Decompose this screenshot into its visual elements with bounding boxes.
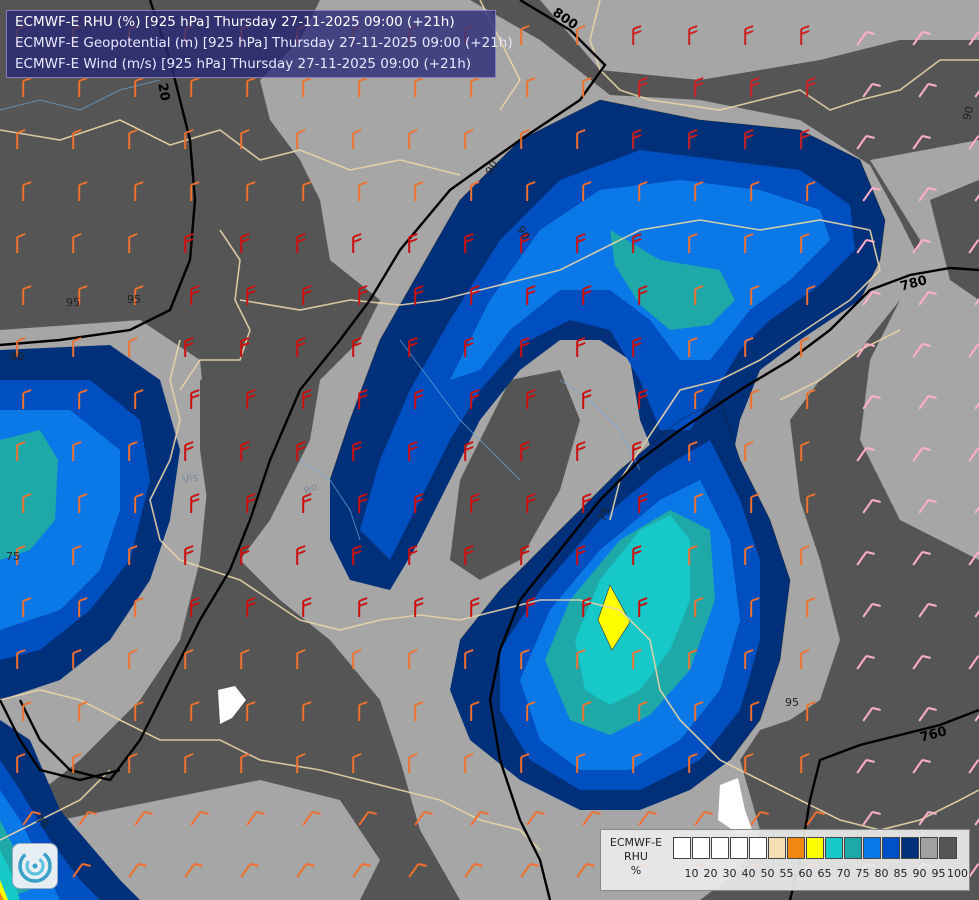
legend-swatch — [844, 837, 862, 859]
weather-map: 800 780 760 20 95 95 90 90 90 75 75 95 9… — [0, 0, 979, 900]
legend-swatch — [673, 837, 691, 859]
rhu-label: 75 — [6, 550, 20, 563]
legend-tick-label: 70 — [836, 867, 851, 880]
rhu-label: 90 — [10, 350, 24, 363]
rhu-label: 95 — [785, 696, 799, 709]
legend-tick-label: 90 — [912, 867, 927, 880]
legend-tick-label: 30 — [722, 867, 737, 880]
legend-swatch — [863, 837, 881, 859]
legend-swatch — [806, 837, 824, 859]
rhu-color-legend: ECMWF-E RHU % 10 20 30 40 50 55 60 65 70 75 80 85 90… — [600, 829, 970, 891]
legend-tick-label: 75 — [855, 867, 870, 880]
legend-swatch — [901, 837, 919, 859]
logo-swirl-icon — [18, 849, 52, 883]
legend-swatch — [711, 837, 729, 859]
legend-swatch — [730, 837, 748, 859]
legend-tick-label: 100 — [947, 867, 968, 880]
legend-swatch — [825, 837, 843, 859]
legend-tick-label: 80 — [874, 867, 889, 880]
ecmwf-swirl-logo-icon — [12, 843, 58, 889]
legend-swatch — [768, 837, 786, 859]
legend-tick-label: 95 — [931, 867, 946, 880]
legend-swatch — [920, 837, 938, 859]
legend-swatch — [787, 837, 805, 859]
contour-label-20: 20 — [154, 82, 172, 102]
legend-tick-label: 10 — [684, 867, 699, 880]
wind-title: ECMWF-E Wind (m/s) [925 hPa] Thursday 27… — [15, 56, 472, 72]
legend-swatch — [749, 837, 767, 859]
legend-swatch — [939, 837, 957, 859]
legend-title-variable: RHU — [624, 850, 648, 863]
rhu-label: 95 — [127, 293, 141, 306]
legend-swatch — [882, 837, 900, 859]
legend-tick-label: 85 — [893, 867, 908, 880]
legend-tick-label: 50 — [760, 867, 775, 880]
legend-title: ECMWF-E RHU % — [603, 836, 669, 878]
legend-tick-label: 20 — [703, 867, 718, 880]
legend-title-model: ECMWF-E — [609, 836, 663, 849]
rhu-label: 95 — [66, 296, 80, 309]
rhu-title: ECMWF-E RHU (%) [925 hPa] Thursday 27-11… — [15, 14, 455, 30]
legend-tick-label: 55 — [779, 867, 794, 880]
legend-swatch — [692, 837, 710, 859]
geopotential-title: ECMWF-E Geopotential (m) [925 hPa] Thurs… — [15, 35, 513, 51]
legend-title-unit: % — [630, 864, 642, 877]
legend-tick-label: 60 — [798, 867, 813, 880]
legend-tick-label: 65 — [817, 867, 832, 880]
legend-tick-label: 40 — [741, 867, 756, 880]
map-title-panel: ECMWF-E RHU (%) [925 hPa] Thursday 27-11… — [6, 10, 513, 78]
